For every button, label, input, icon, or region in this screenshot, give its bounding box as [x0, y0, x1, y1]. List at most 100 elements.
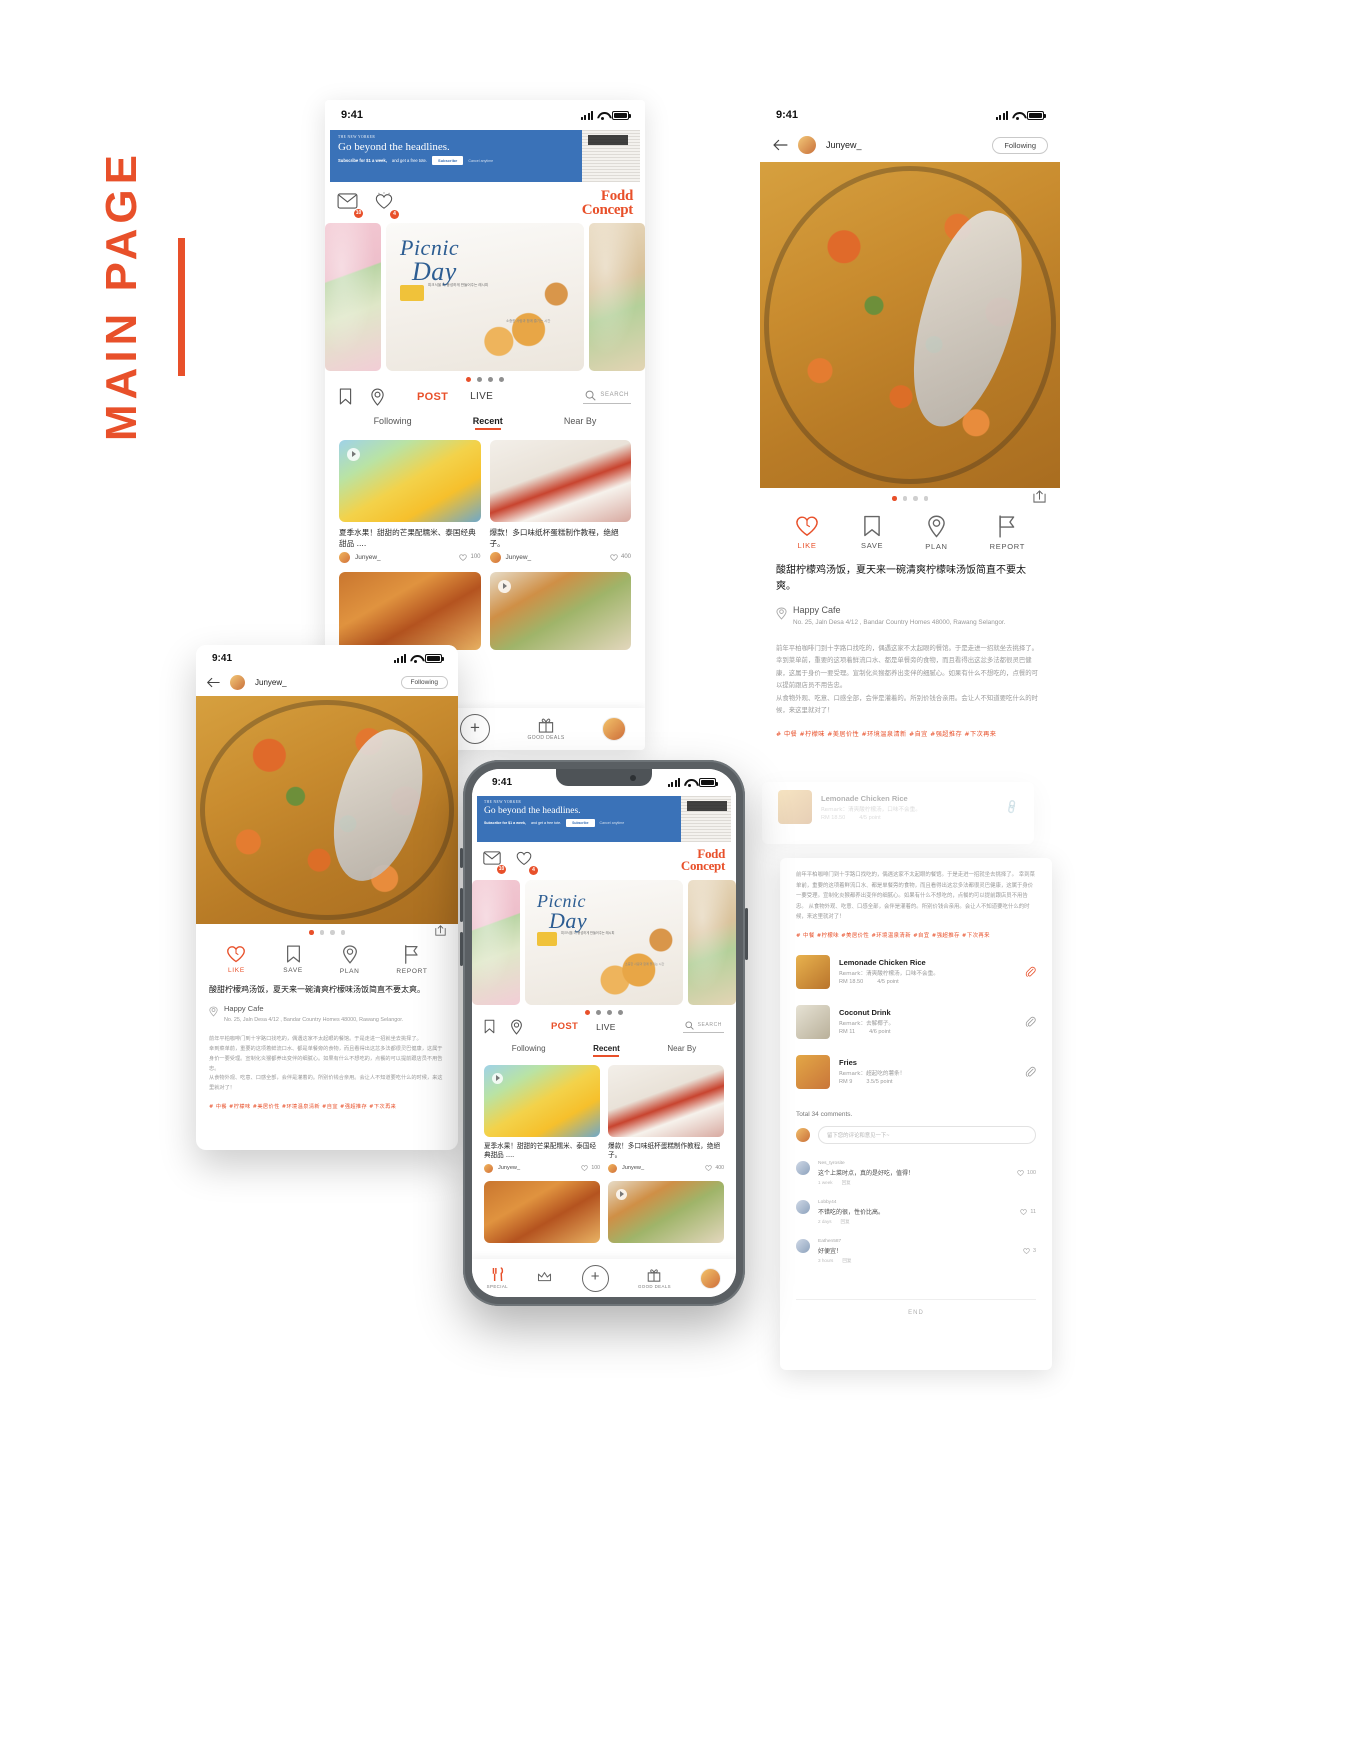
bookmark-icon[interactable]: [484, 1019, 495, 1034]
volume-down-button[interactable]: [460, 932, 463, 966]
carousel-dot[interactable]: [488, 376, 493, 382]
paperclip-icon[interactable]: [1025, 1066, 1036, 1078]
arrow-left-icon[interactable]: [206, 677, 220, 688]
bookmark-icon[interactable]: [339, 388, 352, 405]
tab-post[interactable]: POST: [417, 391, 448, 403]
hero-dot[interactable]: [319, 930, 324, 935]
carousel-main-slide[interactable]: Picnic Day 피크닉을 더 풍성하게 만들어주는 레시피 소중한 사람과…: [386, 222, 584, 371]
detail-username[interactable]: Junyew_: [826, 140, 862, 150]
volume-up-button[interactable]: [460, 888, 463, 922]
paperclip-icon[interactable]: [1025, 1016, 1036, 1028]
feed-card-image[interactable]: [608, 1064, 724, 1137]
comment-input-row[interactable]: 留下您的评论和意见一下~: [780, 1125, 1052, 1154]
feed-card-image[interactable]: [489, 439, 631, 522]
avatar[interactable]: [339, 551, 350, 563]
feed-card[interactable]: 爆款！多口味纸杯蛋糕制作教程，绝絕子。 Junyew_ 400: [489, 439, 631, 563]
comment-user[interactable]: Lobby44: [818, 1200, 1012, 1205]
carousel-left-thumb[interactable]: [325, 222, 381, 371]
hero-dot[interactable]: [902, 496, 907, 501]
search-field[interactable]: SEARCH: [583, 390, 631, 404]
carousel-dot[interactable]: [618, 1009, 623, 1015]
carousel-dot[interactable]: [585, 1009, 590, 1015]
app-logo[interactable]: Fodd Concept: [681, 847, 725, 873]
avatar[interactable]: [484, 1163, 493, 1173]
feed-card-image[interactable]: [484, 1064, 600, 1137]
hero-dot[interactable]: [913, 496, 918, 501]
comment-user[interactable]: Eathen587: [818, 1239, 1015, 1244]
comment-reply[interactable]: 回复: [842, 1180, 851, 1186]
feed-card-image[interactable]: [339, 439, 481, 522]
tab-near-by[interactable]: Near By: [667, 1044, 696, 1057]
feed-card[interactable]: 夏季水果！甜甜的芒果配糯米、泰国经典甜品 .... Junyew_ 100: [339, 439, 481, 563]
hero-dots[interactable]: [196, 924, 458, 938]
paperclip-icon[interactable]: [1025, 966, 1036, 978]
menu-screen-hashtags[interactable]: # 中餐 #柠檬味 #美居价性 #环境温泉清新 #自宜 #强超推存 #下次再来: [780, 923, 1052, 939]
like-action[interactable]: LIKE: [795, 515, 819, 551]
carousel-right-thumb[interactable]: [589, 222, 645, 371]
hero-dot[interactable]: [340, 930, 345, 935]
share-icon[interactable]: [1033, 489, 1046, 503]
comment-user[interactable]: Nes_tyrosite: [818, 1161, 1009, 1166]
avatar[interactable]: [796, 1199, 810, 1214]
play-icon[interactable]: [616, 1188, 627, 1200]
hero-dots[interactable]: [760, 488, 1060, 505]
search-field[interactable]: SEARCH: [682, 1021, 724, 1033]
carousel-right-thumb[interactable]: [688, 879, 736, 1005]
hero-dot[interactable]: [923, 496, 928, 501]
carousel-dot[interactable]: [607, 1009, 612, 1015]
feed-card[interactable]: [608, 1180, 724, 1243]
carousel-dot[interactable]: [499, 376, 504, 382]
carousel-dots[interactable]: [325, 371, 645, 384]
carousel-dot[interactable]: [466, 376, 471, 382]
ad-subscribe-button[interactable]: Subscribe: [432, 156, 464, 166]
comment-like[interactable]: 11: [1020, 1200, 1036, 1225]
save-action[interactable]: SAVE: [861, 515, 883, 551]
nav-special[interactable]: SPECIAL: [487, 1267, 508, 1289]
avatar[interactable]: [489, 551, 501, 563]
mail-button[interactable]: 10: [337, 193, 363, 218]
nav-good-deals[interactable]: GOOD DEALS: [638, 1268, 671, 1289]
avatar[interactable]: [796, 1238, 810, 1253]
app-logo[interactable]: Fodd Concept: [582, 188, 634, 218]
location-pin-icon[interactable]: [370, 387, 385, 406]
promo-carousel[interactable]: Picnic Day 피크닉을 더 풍성하게 만들어주는 레시피 소중한 사람과…: [325, 222, 645, 371]
feed-card-image[interactable]: [489, 571, 631, 650]
tab-post[interactable]: POST: [551, 1021, 578, 1032]
create-post-button[interactable]: +: [581, 1264, 609, 1292]
comment-input[interactable]: 留下您的评论和意见一下~: [818, 1125, 1036, 1144]
menu-item[interactable]: Coconut Drink Remark：去解椰子。 RM 11 4/6 poi…: [780, 997, 1052, 1047]
tab-live[interactable]: LIVE: [470, 391, 493, 402]
feed-card-user[interactable]: Junyew_: [622, 1165, 644, 1171]
feed-card[interactable]: 爆款！多口味纸杯蛋糕制作教程，绝絕子。 Junyew_ 400: [608, 1064, 724, 1173]
ad-banner[interactable]: THE NEW YORKER Go beyond the headlines. …: [477, 796, 731, 842]
feed-card-image[interactable]: [339, 571, 481, 650]
play-icon[interactable]: [497, 579, 511, 593]
carousel-dots[interactable]: [472, 1005, 736, 1016]
plan-action[interactable]: PLAN: [925, 515, 947, 551]
profile-avatar[interactable]: [700, 1267, 722, 1289]
detail-hashtags[interactable]: # 中餐 #柠檬味 #美居价性 #环境温泉清新 #自宜 #强超推存 #下次再来: [196, 1094, 458, 1110]
feed-card[interactable]: [489, 571, 631, 650]
detail-place[interactable]: Happy Cafe No. 25, Jaln Desa 4/12 , Band…: [760, 595, 1060, 628]
hero-dot[interactable]: [309, 930, 314, 935]
menu-item[interactable]: Fries Remark：超起吃的薯条！ RM 9 3.5/5 point: [780, 1047, 1052, 1097]
detail-username[interactable]: Junyew_: [255, 678, 287, 687]
hero-dot[interactable]: [330, 930, 335, 935]
feed-card-user[interactable]: Junyew_: [355, 554, 381, 561]
ad-subscribe-button[interactable]: Subscribe: [566, 819, 595, 828]
tab-recent[interactable]: Recent: [473, 416, 503, 430]
feed-card[interactable]: [484, 1180, 600, 1243]
avatar[interactable]: [608, 1163, 617, 1173]
comment-like[interactable]: 3: [1023, 1239, 1036, 1264]
comment-like[interactable]: 100: [1017, 1161, 1036, 1186]
follow-button[interactable]: Following: [992, 136, 1048, 154]
avatar[interactable]: [798, 136, 816, 154]
carousel-main-slide[interactable]: Picnic Day 피크닉을 더 풍성하게 만들어주는 레시피 소중한 사람과…: [525, 879, 683, 1005]
avatar[interactable]: [796, 1160, 810, 1175]
promo-carousel[interactable]: Picnic Day 피크닉을 더 풍성하게 만들어주는 레시피 소중한 사람과…: [472, 877, 736, 1005]
detail-place[interactable]: Happy Cafe No. 25, Jaln Desa 4/12 , Band…: [196, 996, 458, 1025]
share-icon[interactable]: [435, 925, 446, 936]
location-pin-icon[interactable]: [510, 1019, 523, 1035]
avatar[interactable]: [230, 675, 245, 690]
comment-reply[interactable]: 回复: [841, 1219, 850, 1225]
